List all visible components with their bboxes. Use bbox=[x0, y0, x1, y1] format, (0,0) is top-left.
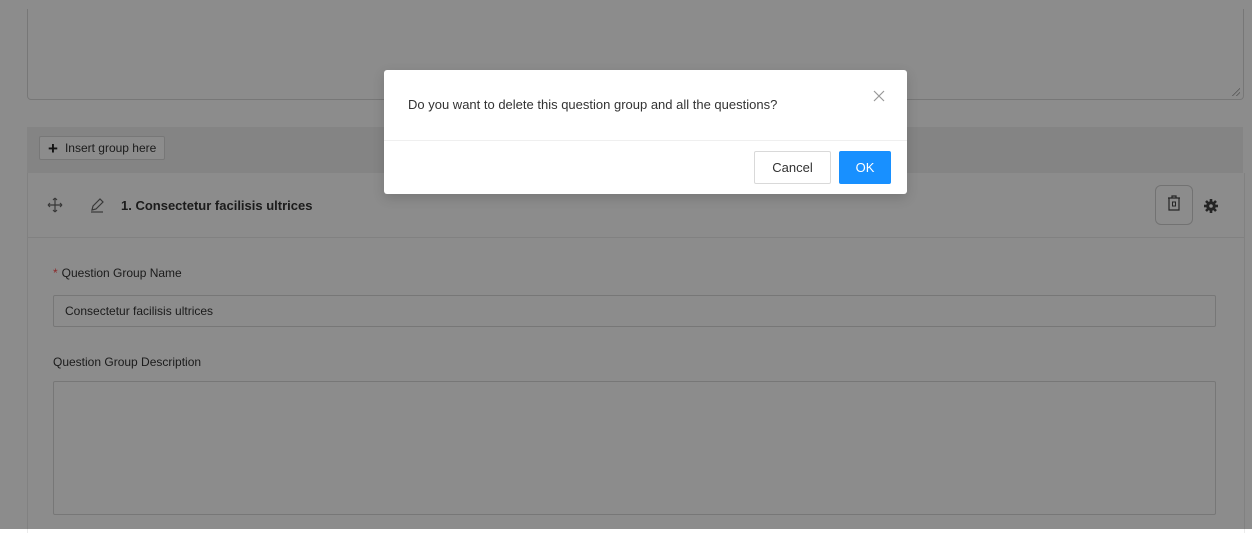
confirm-message: Do you want to delete this question grou… bbox=[408, 97, 778, 112]
close-icon[interactable] bbox=[871, 88, 887, 104]
cancel-button[interactable]: Cancel bbox=[754, 151, 831, 184]
modal-divider bbox=[384, 140, 907, 141]
ok-button[interactable]: OK bbox=[839, 151, 891, 184]
confirm-delete-modal: Do you want to delete this question grou… bbox=[384, 70, 907, 194]
